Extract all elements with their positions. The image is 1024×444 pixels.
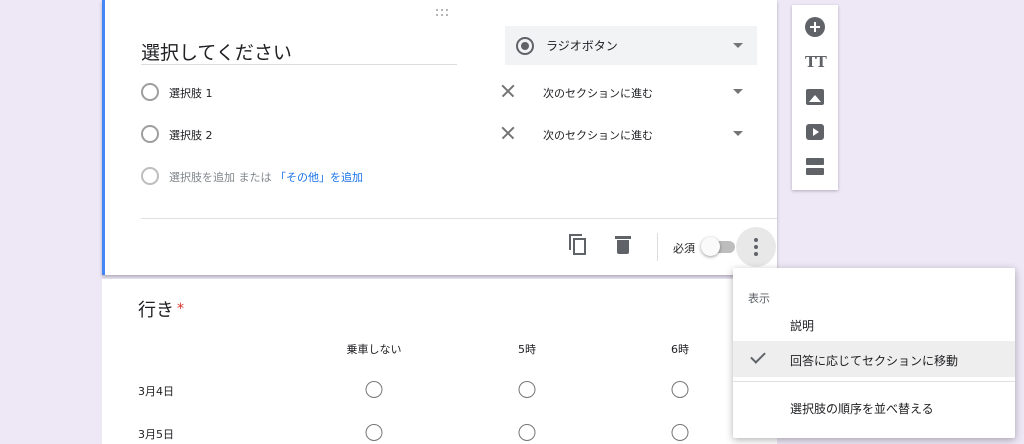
- goto-section-dropdown[interactable]: 次のセクションに進む: [543, 85, 653, 101]
- add-image-icon[interactable]: [805, 87, 825, 107]
- or-text: または: [238, 171, 272, 184]
- drag-handle-icon[interactable]: [435, 8, 451, 18]
- question-title-input[interactable]: 選択してください: [141, 38, 457, 65]
- add-option-link[interactable]: 選択肢を追加: [169, 171, 235, 184]
- remove-option-icon[interactable]: [498, 81, 518, 101]
- copy-icon[interactable]: [569, 234, 591, 258]
- add-section-icon[interactable]: [805, 157, 825, 177]
- grid-question-title: 行き *: [138, 300, 184, 321]
- question-card[interactable]: 選択してください ラジオボタン 選択肢 1 次のセクションに進む 選択肢 2 次…: [102, 0, 777, 275]
- grid-radio[interactable]: [518, 381, 536, 398]
- remove-option-icon[interactable]: [498, 123, 518, 143]
- menu-item-goto-section[interactable]: 回答に応じてセクションに移動: [733, 341, 1015, 377]
- required-label: 必須: [673, 242, 695, 255]
- grid-column-header: 5時: [518, 343, 536, 356]
- menu-section-header: 表示: [748, 292, 770, 305]
- option-label-input[interactable]: 選択肢 2: [169, 127, 213, 143]
- required-toggle[interactable]: [701, 237, 735, 256]
- add-video-icon[interactable]: [805, 122, 825, 142]
- side-toolbar: TT: [792, 5, 838, 190]
- more-options-menu: 表示 説明 回答に応じてセクションに移動 選択肢の順序を並べ替える: [733, 268, 1015, 438]
- question-type-dropdown[interactable]: ラジオボタン: [505, 26, 757, 65]
- dropdown-arrow-icon[interactable]: [733, 131, 743, 136]
- trash-icon[interactable]: [615, 235, 631, 255]
- radio-button-checked-icon: [516, 36, 534, 55]
- add-option-text: 選択肢を追加 または 「その他」を追加: [169, 169, 363, 185]
- radio-unchecked-icon: [141, 167, 159, 185]
- dropdown-arrow-icon[interactable]: [733, 89, 743, 94]
- menu-item-shuffle-options[interactable]: 選択肢の順序を並べ替える: [733, 389, 1015, 425]
- divider: [657, 233, 658, 261]
- question-type-label: ラジオボタン: [546, 39, 618, 53]
- option-row: 選択肢 1 次のセクションに進む: [141, 81, 761, 105]
- option-row: 選択肢 2 次のセクションに進む: [141, 123, 761, 147]
- radio-unchecked-icon: [141, 125, 159, 143]
- required-asterisk: *: [177, 301, 184, 317]
- grid-radio[interactable]: [671, 381, 689, 398]
- grid-radio[interactable]: [365, 424, 383, 441]
- grid-radio[interactable]: [671, 424, 689, 441]
- grid-column-header: 6時: [671, 343, 689, 356]
- grid-column-header: 乗車しない: [346, 343, 402, 356]
- grid-radio[interactable]: [518, 424, 536, 441]
- divider: [733, 381, 1015, 382]
- add-question-icon[interactable]: [805, 17, 825, 37]
- menu-item-description[interactable]: 説明: [733, 306, 1015, 342]
- grid-row-label: 3月4日: [138, 385, 174, 398]
- grid-radio[interactable]: [365, 381, 383, 398]
- check-icon: [750, 348, 766, 364]
- dropdown-arrow-icon: [733, 43, 743, 48]
- radio-unchecked-icon: [141, 83, 159, 101]
- add-title-icon[interactable]: TT: [805, 52, 827, 72]
- grid-question-card[interactable]: 行き * 乗車しない 5時 6時 3月4日 3月5日: [102, 279, 777, 444]
- add-other-link[interactable]: 「その他」を追加: [275, 171, 363, 184]
- add-option-row: 選択肢を追加 または 「その他」を追加: [141, 165, 541, 189]
- grid-row-label: 3月5日: [138, 428, 174, 441]
- option-label-input[interactable]: 選択肢 1: [169, 85, 213, 101]
- divider: [141, 218, 777, 219]
- goto-section-dropdown[interactable]: 次のセクションに進む: [543, 127, 653, 143]
- more-vert-icon[interactable]: [736, 227, 776, 267]
